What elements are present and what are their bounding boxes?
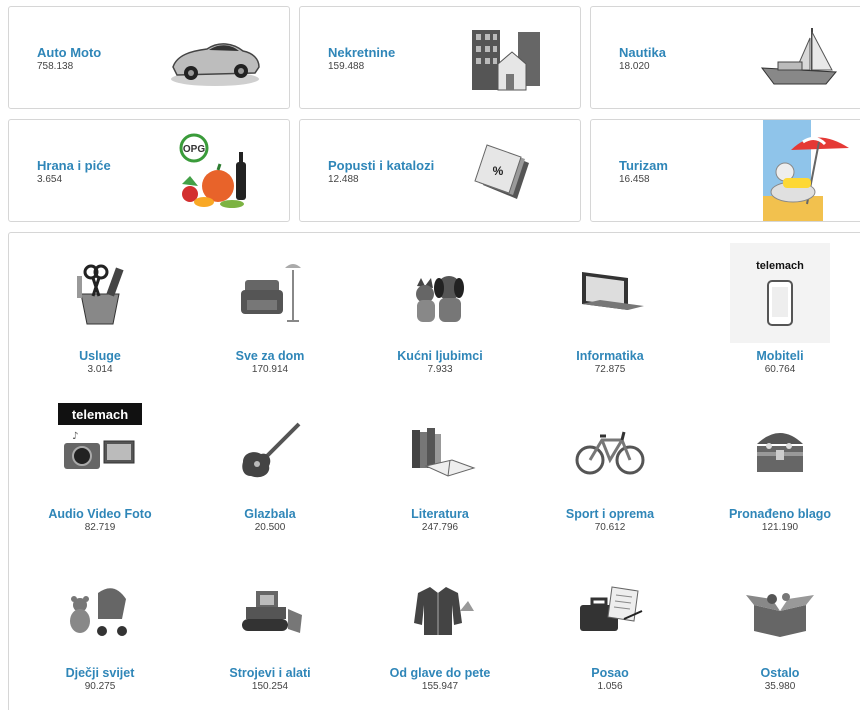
featured-text: Nautika 18.020 xyxy=(619,45,666,73)
featured-categories: Auto Moto 758.138 Nekretnine 159.488 Nau… xyxy=(8,6,860,222)
category-count: 72.875 xyxy=(594,364,626,375)
svg-text:♪: ♪ xyxy=(72,431,78,442)
opg-badge: OPG xyxy=(183,144,205,155)
featured-text: Turizam 16.458 xyxy=(619,158,668,186)
category-sve-za-dom[interactable]: Sve za dom 170.914 xyxy=(195,243,345,376)
category-count: 121.190 xyxy=(761,522,799,533)
category-count: 150.254 xyxy=(251,681,289,692)
featured-title[interactable]: Turizam xyxy=(619,158,668,173)
food-icon: OPG xyxy=(165,133,265,210)
category-title[interactable]: Od glave do pete xyxy=(365,666,515,681)
category-title[interactable]: Literatura xyxy=(365,507,515,522)
category-count: 247.796 xyxy=(421,522,459,533)
featured-count: 3.654 xyxy=(37,174,63,185)
jacket-icon xyxy=(390,560,490,660)
buildings-icon xyxy=(456,21,556,97)
featured-title[interactable]: Popusti i katalozi xyxy=(328,158,434,173)
category-title[interactable]: Glazbala xyxy=(195,507,345,522)
featured-card-hrana-i-pice[interactable]: Hrana i piće 3.654 OPG xyxy=(8,119,290,222)
category-page: Auto Moto 758.138 Nekretnine 159.488 Nau… xyxy=(0,0,860,710)
armchair-lamp-icon xyxy=(220,243,320,343)
percent-badge: % xyxy=(493,164,504,178)
category-count: 90.275 xyxy=(84,681,116,692)
category-title[interactable]: Informatika xyxy=(535,349,685,364)
category-title[interactable]: Usluge xyxy=(25,349,175,364)
featured-title[interactable]: Auto Moto xyxy=(37,45,101,60)
featured-card-popusti-i-katalozi[interactable]: Popusti i katalozi 12.488 % xyxy=(299,119,581,222)
books-icon xyxy=(390,401,490,501)
category-count: 3.014 xyxy=(87,364,113,375)
bulldozer-icon xyxy=(220,560,320,660)
telemach-logo: telemach xyxy=(72,407,128,422)
category-count: 1.056 xyxy=(597,681,623,692)
category-ostalo[interactable]: Ostalo 35.980 xyxy=(705,560,855,693)
featured-card-nautika[interactable]: Nautika 18.020 xyxy=(590,6,860,109)
category-literatura[interactable]: Literatura 247.796 xyxy=(365,401,515,534)
smartphone-icon: telemach xyxy=(730,243,830,343)
category-title[interactable]: Pronađeno blago xyxy=(705,507,855,522)
category-title[interactable]: Sport i oprema xyxy=(535,507,685,522)
category-sport-i-oprema[interactable]: Sport i oprema 70.612 xyxy=(535,401,685,534)
category-mobiteli[interactable]: telemach Mobiteli 60.764 xyxy=(705,243,855,376)
category-usluge[interactable]: Usluge 3.014 xyxy=(25,243,175,376)
featured-count: 16.458 xyxy=(619,174,650,185)
featured-text: Hrana i piće 3.654 xyxy=(37,158,111,186)
featured-title[interactable]: Nautika xyxy=(619,45,666,60)
category-od-glave-do-pete[interactable]: Od glave do pete 155.947 xyxy=(365,560,515,693)
featured-count: 159.488 xyxy=(328,61,365,72)
category-kucni-ljubimci[interactable]: Kućni ljubimci 7.933 xyxy=(365,243,515,376)
category-djecji-svijet[interactable]: Dječji svijet 90.275 xyxy=(25,560,175,693)
category-audio-video-foto[interactable]: telemach ♪ Audio Video Foto 82.719 xyxy=(25,401,175,534)
category-pronadeno-blago[interactable]: Pronađeno blago 121.190 xyxy=(705,401,855,534)
cat-dog-icon xyxy=(390,243,490,343)
featured-title[interactable]: Nekretnine xyxy=(328,45,395,60)
category-title[interactable]: Mobiteli xyxy=(705,349,855,364)
electric-guitar-icon xyxy=(220,401,320,501)
category-panel: Usluge 3.014 Sve za dom 170.914 Kućni lj… xyxy=(8,232,860,710)
beach-umbrella-icon xyxy=(763,120,853,221)
tools-cup-icon xyxy=(50,243,150,343)
category-title[interactable]: Posao xyxy=(535,666,685,681)
discount-tags-icon: % xyxy=(456,134,556,210)
briefcase-icon xyxy=(560,560,660,660)
category-count: 20.500 xyxy=(254,522,286,533)
category-glazbala[interactable]: Glazbala 20.500 xyxy=(195,401,345,534)
featured-text: Popusti i katalozi 12.488 xyxy=(328,158,434,186)
featured-count: 12.488 xyxy=(328,174,359,185)
camera-tv-icon: telemach ♪ xyxy=(50,401,150,501)
category-title[interactable]: Kućni ljubimci xyxy=(365,349,515,364)
featured-count: 18.020 xyxy=(619,61,650,72)
sailboat-icon xyxy=(747,21,847,97)
category-informatika[interactable]: Informatika 72.875 xyxy=(535,243,685,376)
featured-card-nekretnine[interactable]: Nekretnine 159.488 xyxy=(299,6,581,109)
category-count: 70.612 xyxy=(594,522,626,533)
featured-text: Nekretnine 159.488 xyxy=(328,45,395,73)
laptop-icon xyxy=(560,243,660,343)
bicycle-icon xyxy=(560,401,660,501)
category-count: 60.764 xyxy=(764,364,796,375)
sports-car-icon xyxy=(165,21,265,97)
category-strojevi-i-alati[interactable]: Strojevi i alati 150.254 xyxy=(195,560,345,693)
featured-title[interactable]: Hrana i piće xyxy=(37,158,111,173)
featured-text: Auto Moto 758.138 xyxy=(37,45,101,73)
featured-card-auto-moto[interactable]: Auto Moto 758.138 xyxy=(8,6,290,109)
category-count: 170.914 xyxy=(251,364,289,375)
category-count: 35.980 xyxy=(764,681,796,692)
category-posao[interactable]: Posao 1.056 xyxy=(535,560,685,693)
featured-card-turizam[interactable]: Turizam 16.458 xyxy=(590,119,860,222)
category-title[interactable]: Audio Video Foto xyxy=(25,507,175,522)
category-count: 7.933 xyxy=(427,364,453,375)
category-title[interactable]: Sve za dom xyxy=(195,349,345,364)
telemach-logo: telemach xyxy=(756,260,804,272)
category-title[interactable]: Ostalo xyxy=(705,666,855,681)
open-box-icon xyxy=(730,560,830,660)
category-title[interactable]: Strojevi i alati xyxy=(195,666,345,681)
treasure-chest-icon xyxy=(730,401,830,501)
stroller-teddy-icon xyxy=(50,560,150,660)
category-count: 82.719 xyxy=(84,522,116,533)
featured-count: 758.138 xyxy=(37,61,74,72)
category-count: 155.947 xyxy=(421,681,459,692)
category-title[interactable]: Dječji svijet xyxy=(25,666,175,681)
